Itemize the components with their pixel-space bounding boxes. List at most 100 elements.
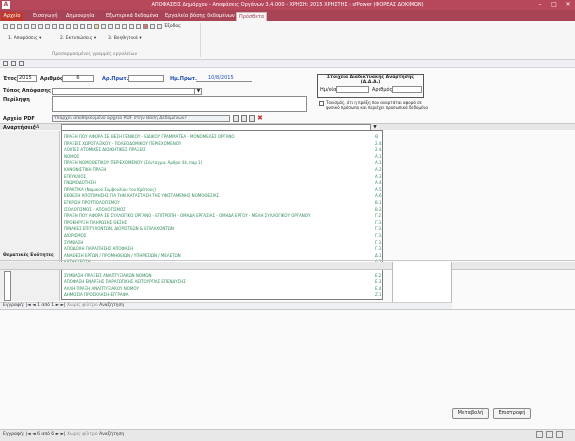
decision-type-combo[interactable]	[52, 88, 202, 95]
layout-view-icon[interactable]	[546, 431, 553, 438]
redo-icon[interactable]	[19, 61, 24, 66]
form-view-icon[interactable]	[122, 24, 127, 29]
exit-icon[interactable]	[157, 24, 162, 29]
postings-dropdown-list[interactable]: ΠΡΑΞΗ ΠΟΥ ΑΦΟΡΑ ΣΕ ΘΕΣΗ ΓΕΝΙΚΟΥ - ΕΙΔΙΚΟ…	[61, 130, 383, 300]
first-record-icon[interactable]: |◄	[26, 303, 31, 308]
view-pdf-icon[interactable]	[241, 115, 247, 122]
save-button[interactable]: Μεταβολή	[452, 408, 489, 419]
dropdown-option[interactable]: ΠΡΑΚΤΙΚΑ (Νομικού Συμβουλίου του Κράτους…	[64, 187, 382, 192]
maximize-button[interactable]: □	[548, 1, 560, 9]
dropdown-option[interactable]: ΑΠΟΔΟΧΗ ΠΑΡΑΙΤΗΣΗΣ ΑΠΟΦΑΣΗ Γ.3.6	[64, 246, 382, 251]
dropdown-option[interactable]: ΠΡΑΞΗ ΝΟΜΟΘΕΤΙΚΟΥ ΠΕΡΙΕΧΟΜΕΝΟΥ (Σύνταγμα…	[64, 160, 382, 165]
close-form-icon[interactable]	[143, 24, 148, 29]
window-icon[interactable]	[150, 24, 155, 29]
auxiliary-menu[interactable]: 3. Βοηθητικά ▾	[108, 36, 142, 41]
subform-record-navigator[interactable]: Εγγραφή: |◄ ◄ 1 από 1 ► ►| Χωρίς φίλτρο …	[0, 302, 452, 309]
delete-record-icon[interactable]	[73, 24, 78, 29]
ada-date-field[interactable]	[336, 86, 369, 93]
subnav-search[interactable]: Αναζήτηση	[99, 303, 124, 308]
save-pdf-icon[interactable]	[249, 115, 255, 122]
dropdown-option[interactable]: ΓΝΩΜΟΔΟΤΗΣΗ Α.4	[64, 180, 382, 185]
cut-icon[interactable]	[17, 24, 22, 29]
chevron-down-icon: ▾	[39, 36, 42, 41]
last-record-icon[interactable]	[59, 24, 64, 29]
filter-icon[interactable]	[94, 24, 99, 29]
protocol-number-field[interactable]	[128, 75, 164, 82]
tab-file[interactable]: Αρχείο	[1, 12, 23, 21]
next-record-icon[interactable]	[52, 24, 57, 29]
dropdown-option[interactable]: ΠΡΑΞΗ ΠΟΥ ΑΦΟΡΑ ΣΕ ΘΕΣΗ ΓΕΝΙΚΟΥ - ΕΙΔΙΚΟ…	[64, 134, 382, 139]
undo-icon[interactable]	[11, 61, 16, 66]
dropdown-option-name: ΔΗΜΟΣΙΑ ΠΡΟΣΚΛΗΣΗ-ΕΓΓΡΑΦΑ	[64, 292, 129, 298]
datasheet-view-icon[interactable]	[129, 24, 134, 29]
tab-addins[interactable]: Πρόσθετα	[236, 12, 268, 21]
exit-label[interactable]: Έξοδος	[164, 24, 181, 29]
number-field[interactable]: 6	[62, 75, 94, 82]
dropdown-option[interactable]: ΕΚΘΕΣΗ ΑΠΟΤΙΜΗΣΗΣ ΓΙΑ ΤΗΝ ΚΑΤΑΣΤΑΣΗ ΤΗΣ …	[64, 193, 382, 198]
copy-icon[interactable]	[24, 24, 29, 29]
dropdown-option[interactable]: ΑΠΟΦΑΣΗ ΕΝΑΡΞΗΣ ΠΑΡΑΓΩΓΙΚΗΣ ΛΕΙΤΟΥΡΓΙΑΣ …	[64, 279, 382, 284]
minimize-button[interactable]: –	[534, 1, 546, 9]
save-icon[interactable]	[3, 24, 8, 29]
previous-record-icon[interactable]	[45, 24, 50, 29]
personal-data-checkbox[interactable]	[319, 101, 324, 106]
subnav-filter[interactable]: Χωρίς φίλτρο	[67, 303, 98, 308]
sort-descending-icon[interactable]	[87, 24, 92, 29]
help-icon[interactable]	[136, 24, 141, 29]
dropdown-option[interactable]: ΣΥΜΒΑΣΗ-ΠΡΑΞΕΙΣ ΑΝΑΠΤΥΞΙΑΚΩΝ ΝΟΜΩΝ Ε.2	[64, 273, 382, 278]
paste-icon[interactable]	[31, 24, 36, 29]
dropdown-option[interactable]: ΔΗΜΟΣΙΑ ΠΡΟΣΚΛΗΣΗ-ΕΓΓΡΑΦΑ Ζ.1	[64, 292, 382, 297]
next-record-icon[interactable]: ►	[56, 303, 59, 308]
last-record-icon[interactable]: ►|	[60, 432, 65, 437]
back-button[interactable]: Επιστροφή	[493, 408, 531, 419]
tab-external-data[interactable]: Εξωτερικά δεδομένα	[104, 12, 160, 21]
previous-record-icon[interactable]: ◄	[32, 432, 35, 437]
dropdown-option[interactable]: ΠΙΝΑΚΕΣ ΕΠΙΤΥΧΟΝΤΩΝ, ΔΙΟΡΙΣΤΕΩΝ & ΕΠΙΛΑΧ…	[64, 226, 382, 231]
dropdown-option[interactable]: ΠΡΟΚΗΡΥΞΗ ΠΛΗΡΩΣΗΣ ΘΕΣΗΣ Γ.3.1	[64, 220, 382, 225]
form-view-icon[interactable]	[536, 431, 543, 438]
summary-field[interactable]	[52, 96, 307, 112]
next-record-icon[interactable]: ►	[56, 432, 59, 437]
new-record-icon[interactable]	[66, 24, 71, 29]
tab-insert[interactable]: Εισαγωγή	[31, 12, 60, 21]
save-icon[interactable]	[3, 61, 8, 66]
close-button[interactable]: ✕	[562, 1, 574, 9]
previous-record-icon[interactable]: ◄	[32, 303, 35, 308]
status-search[interactable]: Αναζήτηση	[99, 432, 124, 437]
year-field[interactable]: 2015	[17, 75, 37, 82]
dropdown-option-code: Γ.3.2	[375, 226, 382, 232]
dropdown-option[interactable]: ΣΥΜΒΑΣΗ Γ.3.4	[64, 240, 382, 245]
dropdown-option[interactable]: ΛΟΙΠΕΣ ΑΤΟΜΙΚΕΣ ΔΙΟΙΚΗΤΙΚΕΣ ΠΡΑΞΕΙΣ 2.4.7…	[64, 147, 382, 152]
prints-menu[interactable]: 2. Εκτυπώσεις ▾	[60, 36, 96, 41]
chevron-down-icon[interactable]: ▼	[194, 88, 202, 95]
tab-database-tools[interactable]: Εργαλεία βάσης δεδομένων	[163, 12, 237, 21]
dropdown-option[interactable]: ΙΣΟΛΟΓΙΣΜΟΣ - ΑΠΟΛΟΓΙΣΜΟΣ Β.2	[64, 207, 382, 212]
refresh-icon[interactable]	[108, 24, 113, 29]
dropdown-option[interactable]: ΠΡΑΞΗ ΠΟΥ ΑΦΟΡΑ ΣΕ ΣΥΛΛΟΓΙΚΟ ΟΡΓΑΝΟ - ΕΠ…	[64, 213, 382, 218]
design-view-icon[interactable]	[556, 431, 563, 438]
sort-ascending-icon[interactable]	[80, 24, 85, 29]
dropdown-option[interactable]: ΔΙΟΡΙΣΜΟΣ Γ.3.3	[64, 233, 382, 238]
dropdown-option[interactable]: ΑΝΑΘΕΣΗ ΕΡΓΩΝ / ΠΡΟΜΗΘΕΙΩΝ / ΥΠΗΡΕΣΙΩΝ /…	[64, 253, 382, 258]
last-record-icon[interactable]: ►|	[60, 303, 65, 308]
first-record-icon[interactable]	[38, 24, 43, 29]
dropdown-option-code: Α.2	[375, 167, 382, 172]
dropdown-option[interactable]: ΚΑΝΟΝΙΣΤΙΚΗ ΠΡΑΞΗ Α.2	[64, 167, 382, 172]
delete-pdf-icon[interactable]: ✖	[257, 114, 263, 122]
decisions-menu[interactable]: 1. Αποφάσεις ▾	[8, 36, 41, 41]
status-filter[interactable]: Χωρίς φίλτρο	[67, 432, 98, 437]
attach-pdf-icon[interactable]	[233, 115, 239, 122]
protocol-date-field[interactable]: 10/8/2015	[196, 75, 252, 82]
first-record-icon[interactable]: |◄	[26, 432, 31, 437]
find-icon[interactable]	[101, 24, 106, 29]
dropdown-option[interactable]: ΑΛΛΗ ΠΡΑΞΗ ΑΝΑΠΤΥΞΙΑΚΟΥ ΝΟΜΟΥ Ε.4	[64, 286, 382, 291]
dropdown-option[interactable]: ΝΟΜΟΣ Α.1.1	[64, 154, 382, 159]
dropdown-option[interactable]: ΕΓΚΡΙΣΗ ΠΡΟΫΠΟΛΟΓΙΣΜΟΥ Β.1.1	[64, 200, 382, 205]
print-icon[interactable]	[10, 24, 15, 29]
ada-number-field[interactable]	[392, 86, 422, 93]
dropdown-option[interactable]: ΕΓΚΥΚΛΙΟΣ Α.3	[64, 174, 382, 179]
topics-row-selector[interactable]	[4, 271, 11, 301]
spelling-icon[interactable]	[115, 24, 120, 29]
dropdown-option[interactable]: ΠΡΑΞΕΙΣ ΧΩΡΟΤΑΞΙΚΟΥ - ΠΟΛΕΟΔΟΜΙΚΟΥ ΠΕΡΙΕ…	[64, 141, 382, 146]
tab-create[interactable]: Δημιουργία	[64, 12, 97, 21]
